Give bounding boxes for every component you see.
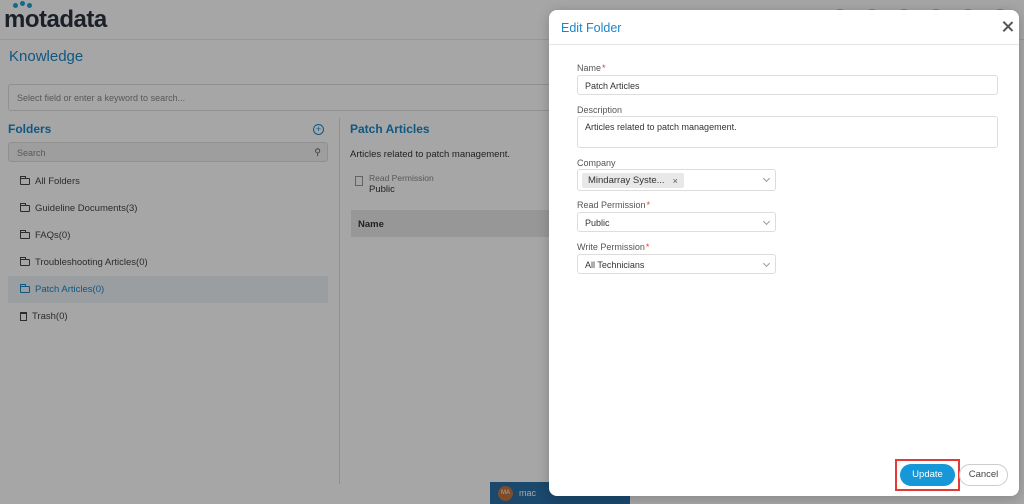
edit-folder-modal: Edit Folder Name* Patch Articles Descrip… (549, 10, 1019, 496)
update-button[interactable]: Update (900, 464, 955, 486)
write-permission-field-label: Write Permission* (577, 242, 649, 252)
cancel-button[interactable]: Cancel (959, 464, 1008, 486)
close-icon[interactable] (1001, 20, 1014, 33)
chevron-down-icon (762, 217, 771, 226)
chevron-down-icon (762, 259, 771, 268)
description-label: Description (577, 105, 623, 115)
read-permission-field-label: Read Permission* (577, 200, 650, 210)
chevron-down-icon (762, 174, 771, 183)
modal-title: Edit Folder (561, 21, 622, 35)
read-permission-select[interactable]: Public (577, 212, 776, 232)
read-permission-select-value: Public (585, 218, 610, 228)
name-label: Name* (577, 63, 606, 73)
company-tag-label: Mindarray Syste... (588, 175, 665, 186)
company-label: Company (577, 158, 616, 168)
required-marker: * (645, 242, 650, 252)
modal-header: Edit Folder (549, 10, 1019, 45)
name-input[interactable]: Patch Articles (577, 75, 998, 95)
required-marker: * (602, 63, 606, 73)
write-permission-select-value: All Technicians (585, 260, 645, 270)
remove-tag-icon[interactable]: × (673, 176, 678, 186)
company-tag: Mindarray Syste... × (582, 173, 684, 188)
required-marker: * (646, 200, 651, 210)
write-permission-select[interactable]: All Technicians (577, 254, 776, 274)
company-select[interactable]: Mindarray Syste... × (577, 169, 776, 191)
write-permission-label-text: Write Permission (577, 242, 645, 252)
name-label-text: Name (577, 63, 602, 73)
read-permission-label-text: Read Permission (577, 200, 646, 210)
description-textarea[interactable]: Articles related to patch management. (577, 116, 998, 148)
